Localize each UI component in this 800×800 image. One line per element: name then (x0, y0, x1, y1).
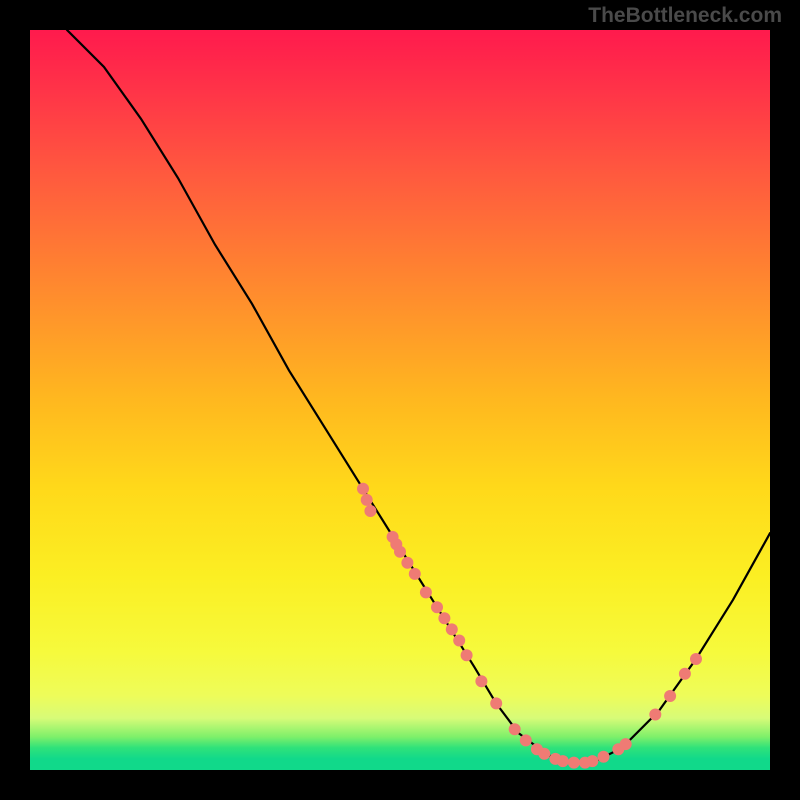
data-marker (568, 757, 580, 769)
data-marker (690, 653, 702, 665)
data-marker (490, 697, 502, 709)
data-marker (679, 668, 691, 680)
data-markers (357, 483, 702, 769)
data-marker (557, 755, 569, 767)
data-marker (431, 601, 443, 613)
bottleneck-curve (67, 30, 770, 763)
data-marker (520, 734, 532, 746)
watermark-text: TheBottleneck.com (588, 4, 782, 28)
data-marker (401, 557, 413, 569)
data-marker (538, 748, 550, 760)
data-marker (664, 690, 676, 702)
data-marker (364, 505, 376, 517)
data-marker (586, 755, 598, 767)
data-marker (420, 586, 432, 598)
data-marker (453, 635, 465, 647)
plot-area (30, 30, 770, 770)
chart-svg (30, 30, 770, 770)
data-marker (461, 649, 473, 661)
data-marker (357, 483, 369, 495)
data-marker (409, 568, 421, 580)
data-marker (361, 494, 373, 506)
data-marker (509, 723, 521, 735)
data-marker (620, 738, 632, 750)
data-marker (394, 546, 406, 558)
data-marker (598, 751, 610, 763)
data-marker (438, 612, 450, 624)
data-marker (475, 675, 487, 687)
data-marker (446, 623, 458, 635)
data-marker (649, 709, 661, 721)
